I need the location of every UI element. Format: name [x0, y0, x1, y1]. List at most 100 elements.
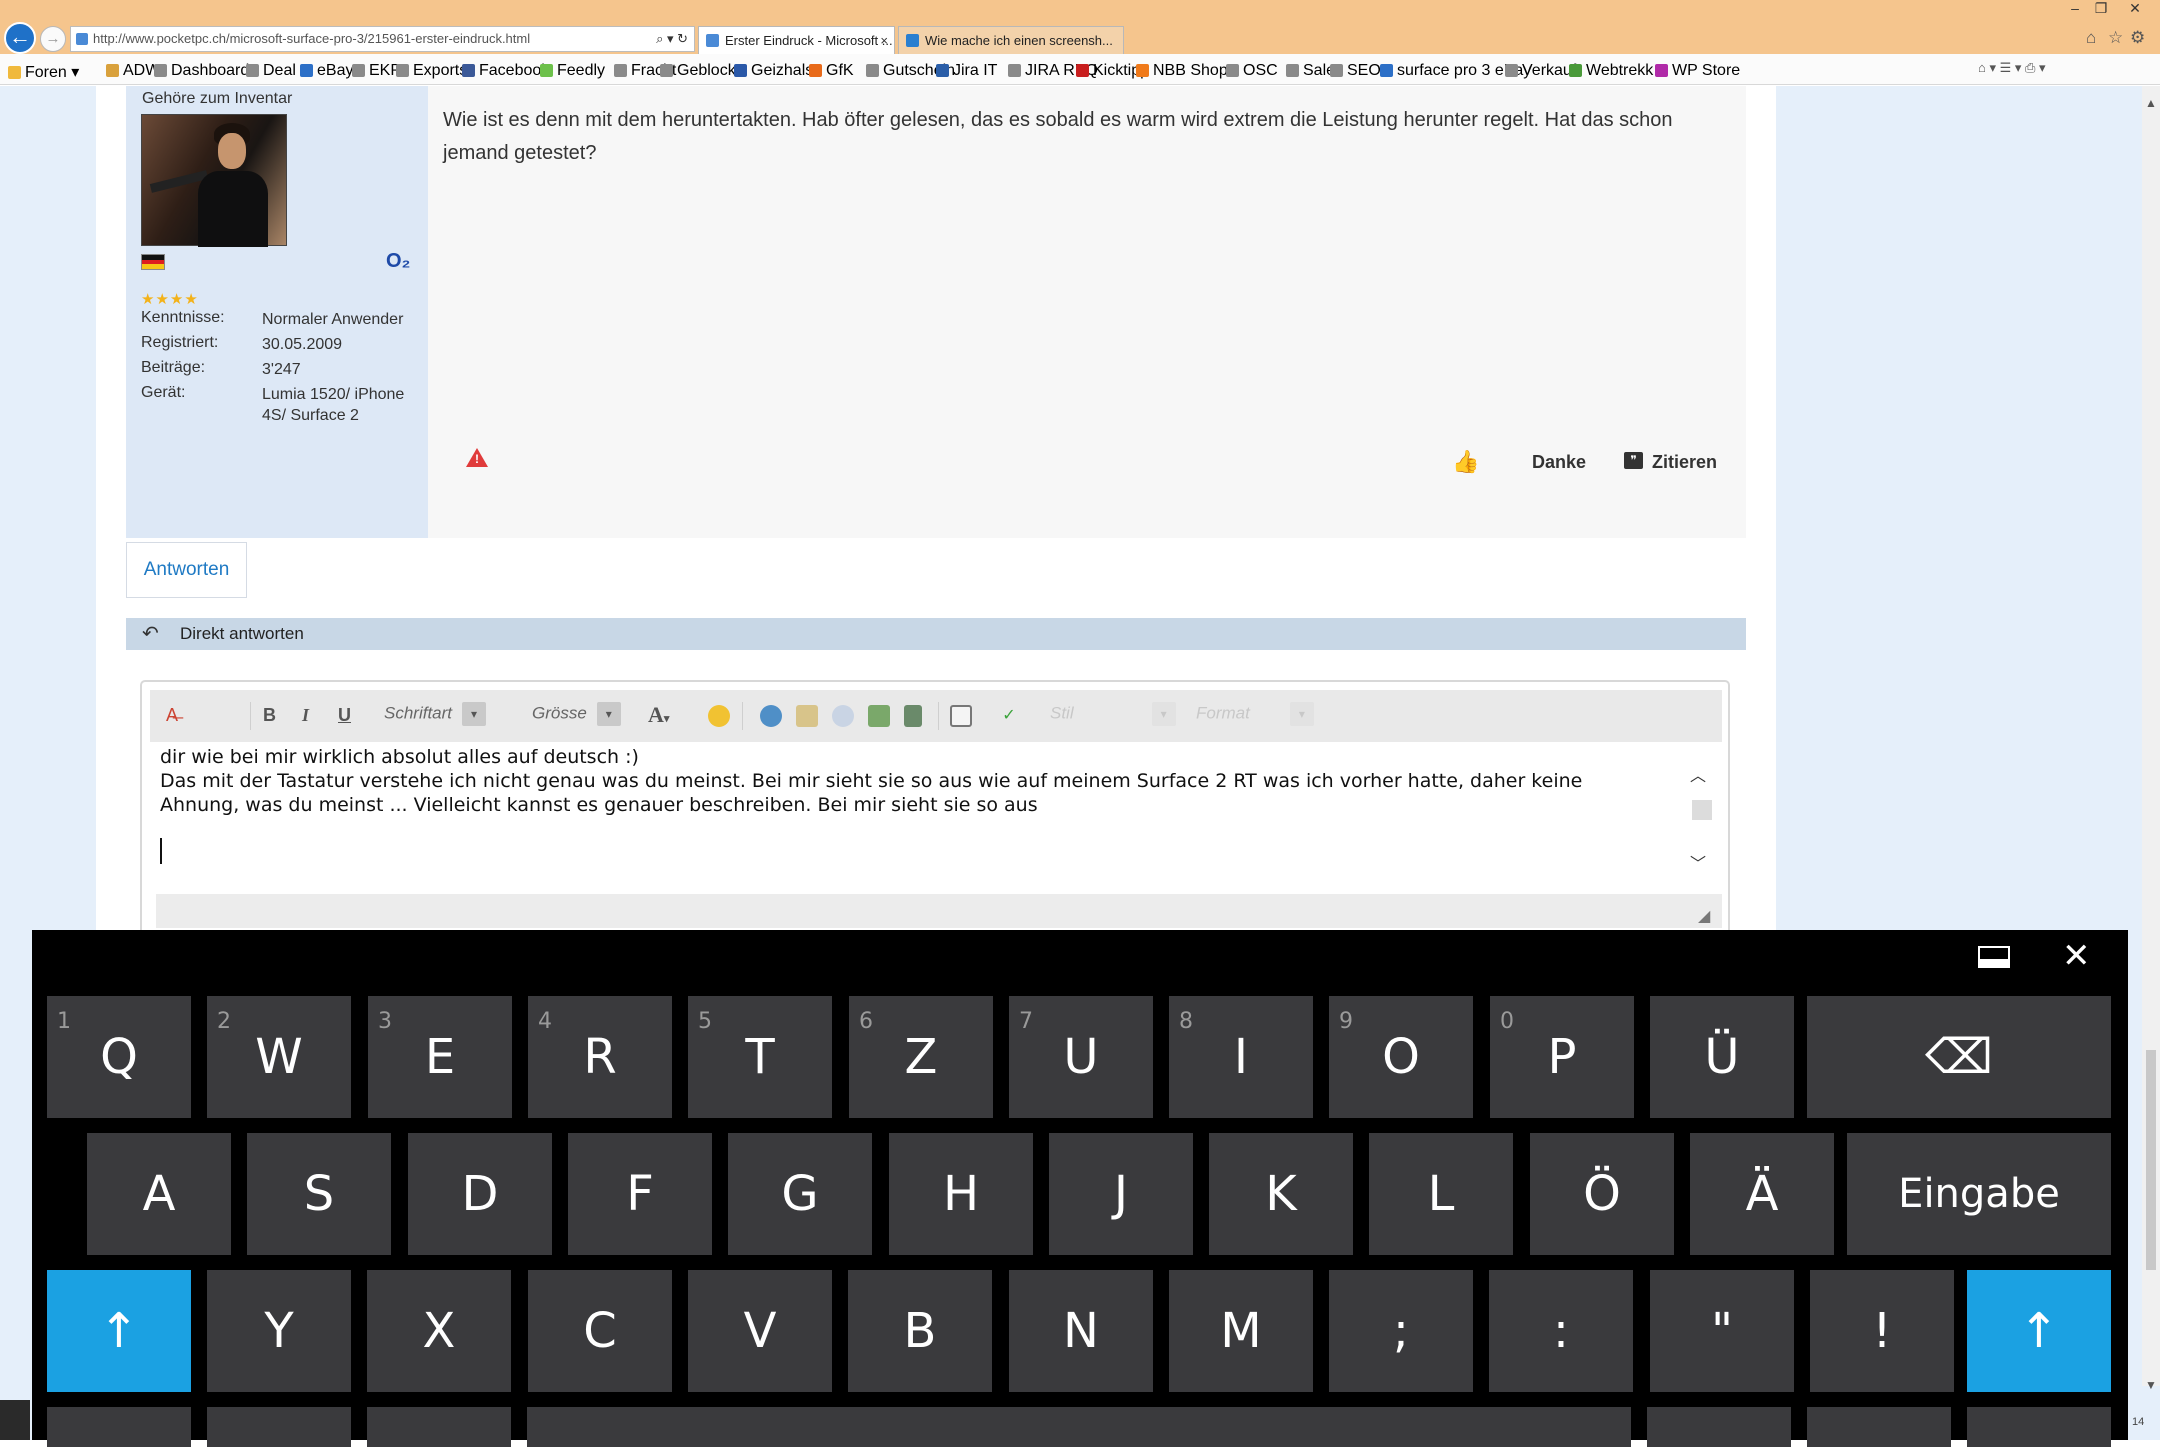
key-p[interactable]: P0 — [1490, 996, 1634, 1118]
editor-scrollbar-thumb[interactable] — [1692, 800, 1712, 820]
editor-scroll-down-icon[interactable]: ﹀ — [1690, 850, 1706, 874]
bottom-row-key[interactable] — [1967, 1407, 2111, 1447]
home-icon[interactable]: ⌂ — [2086, 28, 2096, 48]
favorite-link[interactable]: Geizhals — [734, 62, 813, 80]
key-i[interactable]: I8 — [1169, 996, 1313, 1118]
font-color-button[interactable]: A▾ — [648, 702, 669, 728]
favorite-link[interactable]: Geblockt — [660, 62, 740, 80]
key-a[interactable]: A — [87, 1133, 231, 1255]
backspace-key[interactable]: ⌫ — [1807, 996, 2111, 1118]
quote-icon[interactable]: ❞ — [1624, 452, 1643, 469]
key-l[interactable]: L — [1369, 1133, 1513, 1255]
key-row3-1[interactable]: X — [367, 1270, 511, 1392]
key-ä[interactable]: Ä — [1690, 1133, 1834, 1255]
favorites-star-icon[interactable]: ☆ — [2108, 28, 2123, 48]
favorites-bar-tools[interactable]: ⌂ ▾ ☰ ▾ ⎙ ▾ — [1978, 60, 2046, 76]
key-d[interactable]: D — [408, 1133, 552, 1255]
video-icon[interactable] — [904, 705, 922, 727]
keyboard-dock-icon[interactable] — [1978, 946, 2010, 968]
favorite-link[interactable]: SEO — [1330, 62, 1381, 80]
key-z[interactable]: Z6 — [849, 996, 993, 1118]
key-j[interactable]: J — [1049, 1133, 1193, 1255]
spellcheck-icon[interactable]: ✓ — [998, 705, 1020, 727]
favorite-link[interactable]: Feedly — [540, 62, 605, 80]
bottom-row-key[interactable] — [367, 1407, 511, 1447]
close-window-button[interactable]: ✕ — [2122, 0, 2148, 17]
quote-button[interactable]: Zitieren — [1652, 452, 1717, 473]
favorite-link[interactable]: GfK — [809, 62, 854, 80]
key-row3-8[interactable]: : — [1489, 1270, 1633, 1392]
scroll-down-icon[interactable]: ▼ — [2145, 1378, 2157, 1392]
key-row3-10[interactable]: ! — [1810, 1270, 1954, 1392]
key-g[interactable]: G — [728, 1133, 872, 1255]
font-family-dropdown[interactable]: Schriftart ▾ — [384, 702, 487, 728]
key-q[interactable]: Q1 — [47, 996, 191, 1118]
reply-text[interactable]: dir wie bei mir wirklich absolut alles a… — [160, 745, 1660, 817]
bottom-row-key[interactable] — [1647, 1407, 1791, 1447]
resize-handle-icon[interactable]: ◢ — [1698, 906, 1710, 926]
favorite-link[interactable]: WP Store — [1655, 62, 1740, 80]
underline-button[interactable]: U — [338, 705, 351, 726]
favorite-link[interactable]: Foren ▾ — [8, 62, 79, 82]
back-button[interactable]: ← — [4, 22, 36, 54]
favorite-link[interactable]: Deal — [246, 62, 296, 80]
key-row3-6[interactable]: M — [1169, 1270, 1313, 1392]
space-key[interactable] — [527, 1407, 1631, 1447]
remove-format-icon[interactable]: A̶ — [166, 705, 178, 726]
keyboard-close-icon[interactable]: ✕ — [2062, 936, 2091, 976]
enter-key[interactable]: Eingabe — [1847, 1133, 2111, 1255]
thumbs-up-icon[interactable]: 👍 — [1452, 449, 1479, 475]
tab-close-icon[interactable]: × — [880, 27, 888, 54]
key-ö[interactable]: Ö — [1530, 1133, 1674, 1255]
key-w[interactable]: W2 — [207, 996, 351, 1118]
shift-key-right[interactable]: ↑ — [1967, 1270, 2111, 1392]
thanks-button[interactable]: Danke — [1532, 452, 1586, 473]
bottom-row-key[interactable] — [207, 1407, 351, 1447]
page-scrollbar-thumb[interactable] — [2146, 1050, 2156, 1270]
key-e[interactable]: E3 — [368, 996, 512, 1118]
key-row3-5[interactable]: N — [1009, 1270, 1153, 1392]
restore-button[interactable]: ❐ — [2088, 0, 2114, 17]
key-f[interactable]: F — [568, 1133, 712, 1255]
key-row3-7[interactable]: ; — [1329, 1270, 1473, 1392]
quote-block-icon[interactable] — [950, 705, 972, 727]
favorite-link[interactable]: NBB Shop — [1136, 62, 1228, 80]
favorite-link[interactable]: EKP — [352, 62, 401, 80]
minimize-button[interactable]: – — [2062, 0, 2088, 16]
key-o[interactable]: O9 — [1329, 996, 1473, 1118]
bold-button[interactable]: B — [263, 705, 276, 726]
favorite-link[interactable]: Webtrekk — [1569, 62, 1653, 80]
style-dropdown[interactable]: Stil ▾ — [1050, 702, 1176, 728]
key-row3-4[interactable]: B — [848, 1270, 992, 1392]
key-u[interactable]: U7 — [1009, 996, 1153, 1118]
font-size-dropdown[interactable]: Grösse ▾ — [532, 702, 621, 728]
key-row3-2[interactable]: C — [528, 1270, 672, 1392]
address-bar[interactable]: http://www.pocketpc.ch/microsoft-surface… — [70, 26, 695, 52]
favorite-link[interactable]: Jira IT — [936, 62, 997, 80]
favorite-link[interactable]: ADW — [106, 62, 160, 80]
favorite-link[interactable]: Dashboard — [154, 62, 249, 80]
favorite-link[interactable]: OSC — [1226, 62, 1278, 80]
key-ü[interactable]: Ü — [1650, 996, 1794, 1118]
key-r[interactable]: R4 — [528, 996, 672, 1118]
tab-screenshot[interactable]: Wie mache ich einen screensh... — [898, 26, 1124, 54]
tab-erster-eindruck[interactable]: Erster Eindruck - Microsoft ... × — [698, 26, 895, 54]
user-avatar[interactable] — [141, 114, 287, 247]
shift-key-left[interactable]: ↑ — [47, 1270, 191, 1392]
reply-button[interactable]: Antworten — [126, 542, 247, 598]
key-row3-9[interactable]: " — [1650, 1270, 1794, 1392]
link-icon[interactable] — [760, 705, 782, 727]
key-h[interactable]: H — [889, 1133, 1033, 1255]
address-controls[interactable]: ⌕ ▾ ↻ — [656, 27, 688, 51]
italic-button[interactable]: I — [302, 705, 309, 726]
forward-button[interactable]: → — [40, 26, 66, 52]
format-dropdown[interactable]: Format ▾ — [1196, 702, 1314, 728]
favorite-link[interactable]: Exports — [396, 62, 467, 80]
unlink-icon[interactable] — [832, 705, 854, 727]
settings-gear-icon[interactable]: ⚙ — [2130, 28, 2145, 48]
scroll-up-icon[interactable]: ▲ — [2145, 96, 2157, 110]
editor-scroll-up-icon[interactable]: ︿ — [1690, 762, 1706, 786]
key-t[interactable]: T5 — [688, 996, 832, 1118]
bottom-row-key[interactable] — [1807, 1407, 1951, 1447]
key-k[interactable]: K — [1209, 1133, 1353, 1255]
